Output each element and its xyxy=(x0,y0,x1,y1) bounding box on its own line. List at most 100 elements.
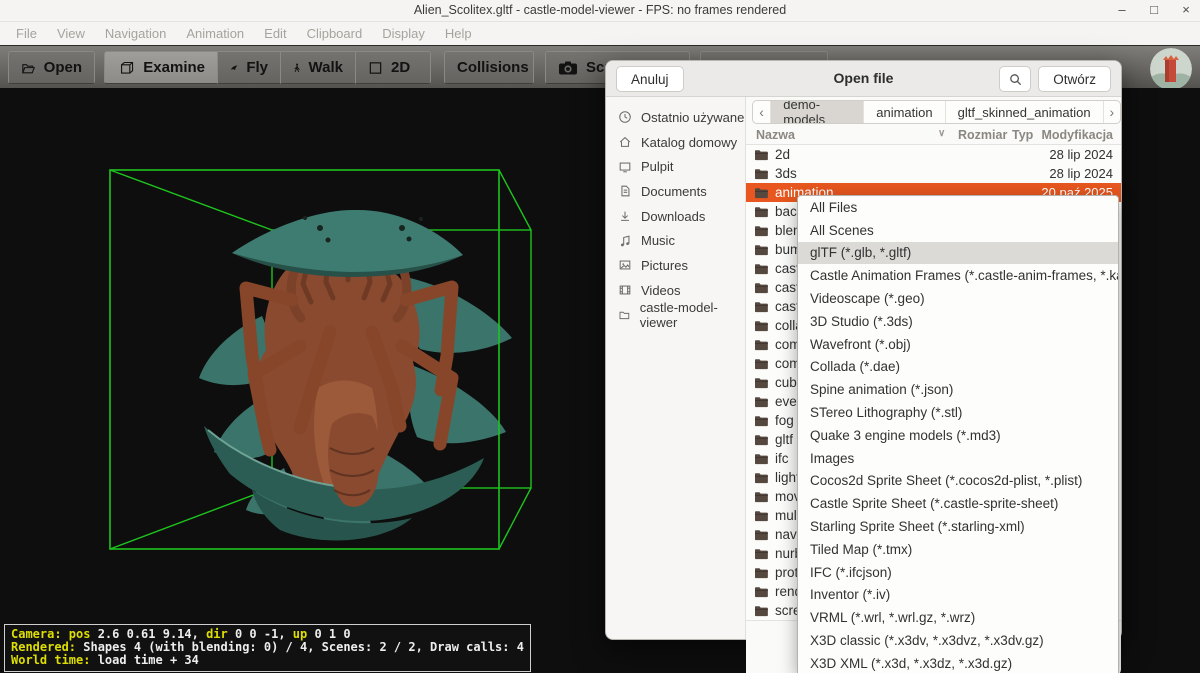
menu-help[interactable]: Help xyxy=(435,26,482,41)
column-name[interactable]: Nazwa xyxy=(756,128,795,142)
filter-option[interactable]: Castle Animation Frames (*.castle-anim-f… xyxy=(798,264,1118,287)
maximize-icon[interactable]: □ xyxy=(1146,2,1162,17)
open-button[interactable]: Open xyxy=(8,51,95,84)
folder-solid-icon xyxy=(754,244,768,256)
filter-option[interactable]: X3D classic (*.x3dv, *.x3dvz, *.x3dv.gz) xyxy=(798,629,1118,652)
folder-solid-icon xyxy=(754,282,768,294)
dialog-sidebar: Ostatnio używaneKatalog domowyPulpitDocu… xyxy=(606,97,746,639)
filter-option[interactable]: Inventor (*.iv) xyxy=(798,584,1118,607)
minimize-icon[interactable]: – xyxy=(1114,2,1130,17)
filter-option[interactable]: Wavefront (*.obj) xyxy=(798,333,1118,356)
folder-solid-icon xyxy=(754,187,768,199)
menu-navigation[interactable]: Navigation xyxy=(95,26,176,41)
sidebar-item-katalog-domowy[interactable]: Katalog domowy xyxy=(606,130,745,155)
filter-option[interactable]: 3D Studio (*.3ds) xyxy=(798,310,1118,333)
desktop-icon xyxy=(618,160,632,174)
folder-solid-icon xyxy=(754,320,768,332)
folder-solid-icon xyxy=(754,529,768,541)
dialog-header: Anuluj Open file Otwórz xyxy=(606,61,1121,97)
walk-button[interactable]: Walk xyxy=(281,51,356,84)
folder-solid-icon xyxy=(754,377,768,389)
sidebar-item-ostatnio-u-ywane[interactable]: Ostatnio używane xyxy=(606,105,745,130)
folder-solid-icon xyxy=(754,396,768,408)
sidebar-item-music[interactable]: Music xyxy=(606,228,745,253)
folder-solid-icon xyxy=(754,472,768,484)
sidebar-item-documents[interactable]: Documents xyxy=(606,179,745,204)
column-modified[interactable]: Modyfikacja xyxy=(1041,128,1113,142)
sidebar-item-pulpit[interactable]: Pulpit xyxy=(606,154,745,179)
menu-animation[interactable]: Animation xyxy=(176,26,254,41)
camera-icon xyxy=(558,59,578,77)
filter-option[interactable]: IFC (*.ifcjson) xyxy=(798,561,1118,584)
folder-solid-icon xyxy=(754,434,768,446)
filter-option[interactable]: STereo Lithography (*.stl) xyxy=(798,401,1118,424)
bird-icon xyxy=(230,59,238,77)
folder-solid-icon xyxy=(754,415,768,427)
filter-option[interactable]: All Scenes xyxy=(798,219,1118,242)
collisions-button[interactable]: Collisions xyxy=(444,51,534,84)
file-modified-date: 28 lip 2024 xyxy=(1049,166,1113,181)
file-name: fog xyxy=(775,413,794,428)
examine-button[interactable]: Examine xyxy=(104,51,218,84)
filter-option[interactable]: Castle Sprite Sheet (*.castle-sprite-she… xyxy=(798,492,1118,515)
menu-clipboard[interactable]: Clipboard xyxy=(297,26,373,41)
2d-button[interactable]: 2D xyxy=(356,51,431,84)
folder-solid-icon xyxy=(754,491,768,503)
sort-chevron-icon: ∨ xyxy=(938,128,945,139)
menu-display[interactable]: Display xyxy=(372,26,435,41)
sidebar-item-castle-model-viewer[interactable]: castle-model-viewer xyxy=(606,303,745,328)
filter-option[interactable]: Videoscape (*.geo) xyxy=(798,287,1118,310)
square-2d-icon xyxy=(368,59,383,77)
folder-solid-icon xyxy=(754,339,768,351)
walking-person-icon xyxy=(293,59,301,77)
filter-option[interactable]: Cocos2d Sprite Sheet (*.cocos2d-plist, *… xyxy=(798,470,1118,493)
file-type-filter-menu: All FilesAll ScenesglTF (*.glb, *.gltf)C… xyxy=(797,195,1119,673)
sidebar-item-videos[interactable]: Videos xyxy=(606,278,745,303)
column-type[interactable]: Typ xyxy=(1012,128,1033,142)
file-modified-date: 28 lip 2024 xyxy=(1049,147,1113,162)
breadcrumb-item[interactable]: animation xyxy=(863,101,944,123)
file-name: 2d xyxy=(775,147,790,162)
filter-option[interactable]: X3D XML (*.x3d, *.x3dz, *.x3d.gz) xyxy=(798,652,1118,673)
menu-file[interactable]: File xyxy=(6,26,47,41)
filter-option[interactable]: Collada (*.dae) xyxy=(798,356,1118,379)
breadcrumb: ‹ demo-modelsanimationgltf_skinned_anima… xyxy=(752,100,1121,124)
column-headers: Nazwa ∨ Rozmiar Typ Modyfikacja xyxy=(746,127,1121,145)
filter-option[interactable]: Images xyxy=(798,447,1118,470)
search-button[interactable] xyxy=(999,66,1031,92)
filter-option[interactable]: VRML (*.wrl, *.wrl.gz, *.wrz) xyxy=(798,606,1118,629)
sidebar-item-pictures[interactable]: Pictures xyxy=(606,253,745,278)
filter-option[interactable]: Tiled Map (*.tmx) xyxy=(798,538,1118,561)
folder-solid-icon xyxy=(754,567,768,579)
download-icon xyxy=(618,209,632,223)
filter-option[interactable]: All Files xyxy=(798,196,1118,219)
folder-solid-icon xyxy=(754,149,768,161)
open-confirm-button[interactable]: Otwórz xyxy=(1038,66,1111,92)
titlebar: Alien_Scolitex.gltf - castle-model-viewe… xyxy=(0,0,1200,22)
menubar: FileViewNavigationAnimationEditClipboard… xyxy=(0,22,1200,45)
folder-solid-icon xyxy=(754,548,768,560)
fly-button[interactable]: Fly xyxy=(218,51,281,84)
folder-solid-icon xyxy=(754,225,768,237)
breadcrumb-back-icon[interactable]: ‹ xyxy=(753,101,770,123)
table-row[interactable]: 2d 28 lip 2024 xyxy=(746,145,1121,164)
breadcrumb-forward-icon[interactable]: › xyxy=(1103,101,1120,123)
folder-solid-icon xyxy=(754,206,768,218)
breadcrumb-item[interactable]: gltf_skinned_animation xyxy=(945,101,1103,123)
music-note-icon xyxy=(618,234,632,248)
filter-option[interactable]: Quake 3 engine models (*.md3) xyxy=(798,424,1118,447)
table-row[interactable]: 3ds28 lip 2024 xyxy=(746,164,1121,183)
close-icon[interactable]: × xyxy=(1178,2,1194,17)
menu-edit[interactable]: Edit xyxy=(254,26,296,41)
filter-option[interactable]: Spine animation (*.json) xyxy=(798,378,1118,401)
filter-option[interactable]: glTF (*.glb, *.gltf) xyxy=(798,242,1118,265)
folder-solid-icon xyxy=(754,453,768,465)
breadcrumb-item[interactable]: demo-models xyxy=(770,101,863,123)
filter-option[interactable]: Starling Sprite Sheet (*.starling-xml) xyxy=(798,515,1118,538)
menu-view[interactable]: View xyxy=(47,26,95,41)
folder-solid-icon xyxy=(754,168,768,180)
column-size[interactable]: Rozmiar xyxy=(958,128,1007,142)
home-icon xyxy=(618,135,632,149)
sidebar-item-downloads[interactable]: Downloads xyxy=(606,204,745,229)
folder-solid-icon xyxy=(754,358,768,370)
